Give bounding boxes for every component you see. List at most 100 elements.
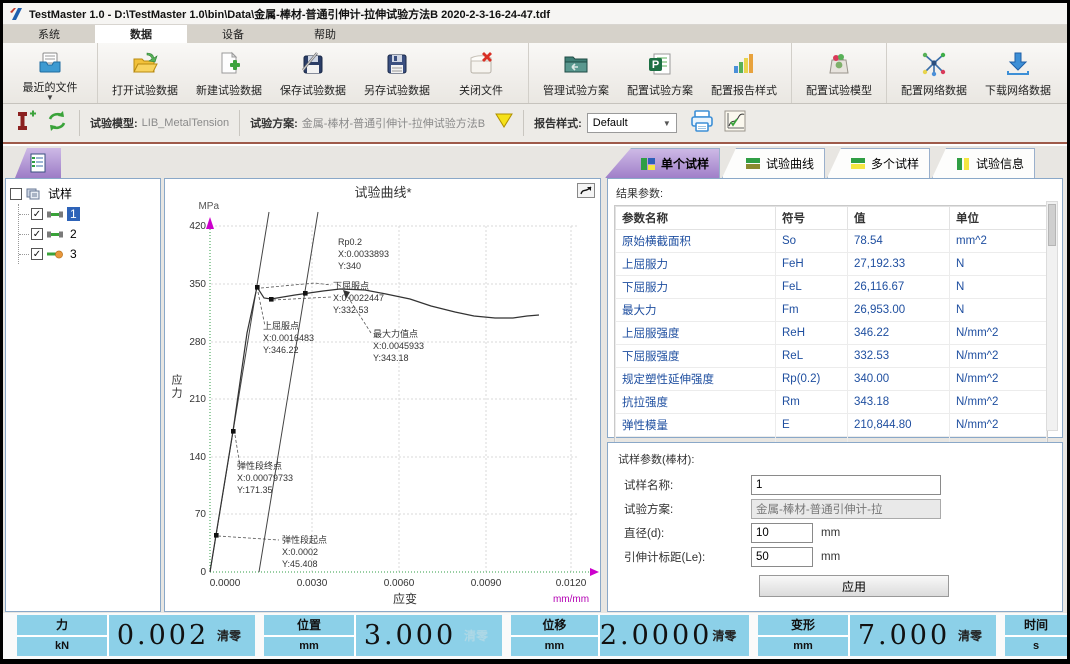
- results-table-wrap: 参数名称 符号 值 单位 原始横截面积So78.54mm^2 上屈服力FeH27…: [614, 205, 1048, 453]
- tree-root-specimens[interactable]: 试样: [8, 183, 158, 204]
- multi-specimen-icon: [850, 157, 866, 171]
- save-data-button[interactable]: 保存试验数据: [271, 45, 355, 101]
- network-node-icon: [920, 48, 948, 80]
- x-axis-label: 应变: [393, 591, 417, 606]
- specimen-checkbox[interactable]: ✓: [31, 248, 43, 260]
- specimen-params-panel: 试样参数(棒材): 试样名称: 试验方案: 直径(d): mm 引伸计标距(Le…: [607, 442, 1063, 612]
- clear-deformation-button[interactable]: 清零: [958, 615, 996, 656]
- new-data-button[interactable]: 新建试验数据: [187, 45, 271, 101]
- table-row[interactable]: 最大力Fm26,953.00N: [616, 299, 1047, 322]
- specimen-label: 1: [67, 207, 80, 221]
- report-style-select[interactable]: Default ▼: [587, 113, 677, 133]
- tab-specimen-list[interactable]: [15, 148, 61, 178]
- single-specimen-icon: [640, 157, 656, 171]
- scrollbar-thumb[interactable]: [1048, 204, 1056, 246]
- table-row[interactable]: 上屈服力FeH27,192.33N: [616, 253, 1047, 276]
- config-report-style-button[interactable]: 配置报告样式: [702, 45, 786, 101]
- table-row[interactable]: 原始横截面积So78.54mm^2: [616, 230, 1047, 253]
- save-as-data-button[interactable]: 另存试验数据: [355, 45, 439, 101]
- table-row[interactable]: 弹性模量E210,844.80N/mm^2: [616, 414, 1047, 437]
- table-header-row: 参数名称 符号 值 单位: [616, 207, 1047, 230]
- tree-item-specimen-1[interactable]: ✓ 1: [19, 204, 158, 224]
- open-data-button[interactable]: 打开试验数据: [103, 45, 187, 101]
- results-scrollbar[interactable]: [1046, 201, 1058, 431]
- svg-text:X:0.00079733: X:0.00079733: [237, 473, 293, 483]
- status-panel-position: 位置 mm 3.000 清零: [264, 615, 502, 656]
- tree-item-specimen-2[interactable]: ✓ 2: [19, 224, 158, 244]
- table-row[interactable]: 上屈服强度ReH346.22N/mm^2: [616, 322, 1047, 345]
- menu-device[interactable]: 设备: [187, 25, 279, 43]
- clear-displacement-button[interactable]: 清零: [712, 615, 749, 656]
- recent-files-icon: [36, 48, 64, 77]
- specimen-name-label: 试样名称:: [616, 477, 751, 493]
- preview-curve-button[interactable]: [723, 110, 747, 137]
- clear-position-button[interactable]: 清零: [464, 615, 502, 656]
- tab-multi-specimen[interactable]: 多个试样: [827, 148, 930, 178]
- close-file-button[interactable]: 关闭文件: [439, 45, 523, 101]
- annotation-label: 下屈服点: [333, 281, 369, 291]
- scheme-warning-icon[interactable]: [495, 113, 513, 133]
- ribbon-group-file: 打开试验数据 新建试验数据 保存试验数据 另存试验数据: [98, 43, 529, 103]
- add-specimen-button[interactable]: [13, 109, 37, 138]
- force-value: 0.002: [109, 615, 217, 656]
- position-value: 3.000: [356, 615, 464, 656]
- curve-report-icon: [723, 110, 747, 132]
- tab-test-info[interactable]: 试验信息: [932, 148, 1035, 178]
- refresh-button[interactable]: [45, 109, 69, 138]
- status-panel-displacement: 位移 mm 2.0000 清零: [511, 615, 749, 656]
- refresh-icon: [45, 109, 69, 133]
- menu-help[interactable]: 帮助: [279, 25, 371, 43]
- specimen-checkbox[interactable]: ✓: [31, 208, 43, 220]
- chart-annotations: Rp0.2 X:0.0033893 Y:340 上屈服点 X:0.0016483…: [237, 237, 424, 569]
- config-model-button[interactable]: 配置试验模型: [797, 45, 881, 101]
- manage-scheme-button[interactable]: 管理试验方案: [534, 45, 618, 101]
- gauge-length-label: 引伸计标距(Le):: [616, 549, 751, 565]
- tree-children: ✓ 1 ✓ 2 ✓ 3: [18, 204, 158, 264]
- table-row[interactable]: 规定塑性延伸强度Rp(0.2)340.00N/mm^2: [616, 368, 1047, 391]
- config-scheme-button[interactable]: P 配置试验方案: [618, 45, 702, 101]
- test-curve-chart-panel[interactable]: 应力 试验曲线* MPa mm/mm 应变: [164, 178, 601, 612]
- apply-button[interactable]: 应用: [759, 575, 949, 597]
- result-tabs: 单个试样 试验曲线 多个试样 试验信息: [605, 148, 1037, 178]
- print-report-button[interactable]: [689, 109, 715, 138]
- bar-chart-icon: [730, 48, 758, 80]
- ribbon-group-model: 配置试验模型: [792, 43, 887, 103]
- specimen-checkbox[interactable]: ✓: [31, 228, 43, 240]
- annotation-label: 最大力值点: [373, 328, 418, 339]
- ribbon-group-recent: 最近的文件 ▼: [3, 43, 98, 103]
- grid-lines: [211, 226, 577, 572]
- gauge-length-input[interactable]: [751, 547, 813, 567]
- status-panel-time: 时间 s: [1005, 615, 1067, 656]
- annotation-label: Rp0.2: [338, 237, 362, 247]
- table-row[interactable]: 下屈服力FeL26,116.67N: [616, 276, 1047, 299]
- config-network-button[interactable]: 配置网络数据: [892, 45, 976, 101]
- download-network-button[interactable]: 下载网络数据: [976, 45, 1060, 101]
- deformation-value: 7.000: [850, 615, 958, 656]
- status-panel-force: 力 kN 0.002 清零: [17, 615, 255, 656]
- clear-force-button[interactable]: 清零: [217, 615, 255, 656]
- diameter-unit: mm: [821, 527, 840, 539]
- tab-single-specimen[interactable]: 单个试样: [605, 148, 720, 178]
- table-row[interactable]: 下屈服强度ReL332.53N/mm^2: [616, 345, 1047, 368]
- specimen-group-icon: [26, 187, 41, 200]
- save-icon: [299, 48, 327, 80]
- displacement-value: 2.0000: [600, 615, 712, 656]
- tab-test-curve[interactable]: 试验曲线: [722, 148, 825, 178]
- printer-icon: [689, 109, 715, 133]
- menu-system[interactable]: 系统: [3, 25, 95, 43]
- app-logo-icon: [9, 7, 23, 21]
- report-style-label: 报告样式:: [534, 115, 582, 131]
- diameter-input[interactable]: [751, 523, 813, 543]
- chart-popup-button[interactable]: [577, 183, 595, 198]
- menu-data[interactable]: 数据: [95, 25, 187, 43]
- specimen-name-input[interactable]: [751, 475, 941, 495]
- tree-item-specimen-3[interactable]: ✓ 3: [19, 244, 158, 264]
- svg-text:Y:343.18: Y:343.18: [373, 353, 409, 363]
- deformation-unit: mm: [758, 637, 848, 657]
- recent-files-button[interactable]: 最近的文件 ▼: [8, 45, 92, 101]
- upload-network-button[interactable]: 上传网络数据: [1060, 45, 1067, 101]
- publisher-p-icon: P: [646, 48, 674, 80]
- root-checkbox[interactable]: [10, 188, 22, 200]
- table-row[interactable]: 抗拉强度Rm343.18N/mm^2: [616, 391, 1047, 414]
- svg-text:0.0000: 0.0000: [210, 578, 241, 589]
